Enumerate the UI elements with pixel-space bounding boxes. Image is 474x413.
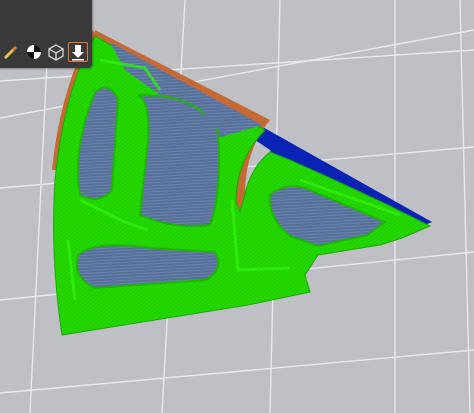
place-on-face-icon[interactable] <box>68 42 88 62</box>
seam-painting-icon[interactable] <box>24 42 44 62</box>
wireframe-cube-icon[interactable] <box>46 42 66 62</box>
paint-brush-icon[interactable] <box>0 42 20 62</box>
gizmo-toolbar <box>0 0 92 68</box>
